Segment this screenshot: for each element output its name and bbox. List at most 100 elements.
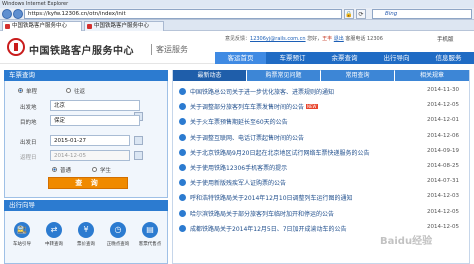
student-radio[interactable] xyxy=(92,167,97,172)
calendar-icon[interactable] xyxy=(134,136,143,145)
news-title[interactable]: 关于调整互联网、电话订票起售时间的公告 xyxy=(190,133,304,142)
one-way-radio[interactable] xyxy=(18,88,23,93)
nav-remaining-tickets[interactable]: 余票查询 xyxy=(319,52,370,64)
news-item[interactable]: 关于使用铁路12306手机客票的提示 2014-08-25 xyxy=(175,161,467,176)
bullet-icon xyxy=(179,148,186,156)
news-date: 2014-09-19 xyxy=(427,147,459,154)
search-input[interactable]: Bing xyxy=(372,9,472,19)
news-date: 2014-12-06 xyxy=(427,132,459,139)
news-title[interactable]: 成都铁路局关于2014年12月5日、7日加开成渝动车的公告 xyxy=(190,224,347,233)
bullet-icon xyxy=(179,224,186,232)
favicon-icon xyxy=(87,24,92,29)
news-date: 2014-12-01 xyxy=(427,117,459,124)
round-trip-radio[interactable] xyxy=(66,88,71,93)
to-station-input[interactable]: 保定 xyxy=(50,115,140,126)
address-bar[interactable]: https://kyfw.12306.cn/otn/index/init xyxy=(24,9,342,19)
station-icon: 🚉 xyxy=(14,222,30,238)
nav-info-service[interactable]: 信息服务 xyxy=(423,52,474,64)
news-title[interactable]: 关于使用铁路12306手机客票的提示 xyxy=(190,163,287,172)
guide-fare-query[interactable]: ¥ 票价查询 xyxy=(72,222,100,252)
guide-transfer-query[interactable]: ⇄ 中转查询 xyxy=(40,222,68,252)
news-date: 2014-12-05 xyxy=(427,208,459,215)
news-date: 2014-12-03 xyxy=(427,193,459,200)
departure-date-input[interactable]: 2015-01-27 xyxy=(50,135,130,146)
nav-book-tickets[interactable]: 车票预订 xyxy=(267,52,318,64)
railway-logo-icon xyxy=(7,38,25,56)
bullet-icon xyxy=(179,118,186,126)
news-title[interactable]: 关于北京铁路局9月20日起在北京地区试行网络车票快递服务的公告 xyxy=(190,148,369,157)
news-item[interactable]: 关于调整部分旅客列车车票发售时间的公告 NEW 2014-12-05 xyxy=(175,100,467,115)
return-label: 返程日 xyxy=(20,155,37,161)
address-row: https://kyfw.12306.cn/otn/index/init 🔒 ⟳… xyxy=(0,8,474,20)
tab-strip: 中国铁路客户服务中心 中国铁路客户服务中心 xyxy=(0,20,474,31)
forward-button[interactable] xyxy=(13,9,23,19)
bullet-icon xyxy=(179,179,186,187)
mobile-version-link[interactable]: 手机版 xyxy=(437,35,454,43)
nav-travel-guide[interactable]: 出行导向 xyxy=(371,52,422,64)
tab-latest-news[interactable]: 最新动态 xyxy=(173,70,246,81)
from-label: 出发地 xyxy=(20,105,37,111)
to-label: 目的地 xyxy=(20,120,37,126)
news-date: 2014-11-30 xyxy=(427,87,459,93)
user-name[interactable]: 王丰 xyxy=(322,36,332,42)
window-title: Windows Internet Explorer xyxy=(0,0,474,8)
tab-regulations[interactable]: 相关规章 xyxy=(395,70,469,81)
news-item[interactable]: 关于北京铁路局9月20日起在北京地区试行网络车票快递服务的公告 2014-09-1… xyxy=(175,146,467,161)
guide-delay-query[interactable]: ◷ 正晚点查询 xyxy=(104,222,132,252)
browser-tab-2[interactable]: 中国铁路客户服务中心 xyxy=(84,21,164,31)
browser-tab-1[interactable]: 中国铁路客户服务中心 xyxy=(2,21,82,31)
bullet-icon xyxy=(179,209,186,217)
bullet-icon xyxy=(179,194,186,202)
new-badge-icon: NEW xyxy=(306,104,318,110)
fare-icon: ¥ xyxy=(78,222,94,238)
feedback-email-link[interactable]: 12306yj@rails.com.cn xyxy=(250,36,306,42)
bullet-icon xyxy=(179,164,186,171)
tab-faq[interactable]: 购票常见问题 xyxy=(247,70,320,81)
news-title[interactable]: 关于火车票预售期延长至60天的公告 xyxy=(190,117,288,126)
news-item[interactable]: 呼和浩特铁路局关于2014年12月10日调整列车运行图的通知 2014-12-03 xyxy=(175,191,467,206)
bullet-icon xyxy=(179,133,186,141)
lock-icon[interactable]: 🔒 xyxy=(344,9,354,19)
ticket-icon: ▤ xyxy=(142,222,158,238)
news-item[interactable]: 哈尔滨铁路局关于部分旅客列车临时加开和停运的公告 2014-12-05 xyxy=(175,207,467,222)
from-station-input[interactable]: 北京 xyxy=(50,100,140,111)
bullet-icon xyxy=(179,103,186,111)
main-nav: 客运首页 车票预订 余票查询 出行导向 信息服务 xyxy=(215,52,474,64)
guide-ticket-agency[interactable]: ▤ 客票代售点 xyxy=(136,222,164,252)
query-button[interactable]: 查 询 xyxy=(48,177,128,189)
hotline: 客服电话 12306 xyxy=(345,36,383,42)
news-item[interactable]: 中国铁路总公司关于进一步优化旅客、进票规则的通知 2014-11-30 xyxy=(175,85,467,100)
clock-icon: ◷ xyxy=(110,222,126,238)
date-label: 出发日 xyxy=(20,140,37,146)
news-item[interactable]: 关于使用新版残疾军人证购票的公告 2014-07-31 xyxy=(175,176,467,191)
news-date: 2014-12-05 xyxy=(427,223,459,230)
site-title: 中国铁路客户服务中心 xyxy=(29,46,134,57)
watermark: Baidu经验 xyxy=(380,236,433,247)
news-title[interactable]: 关于调整部分旅客列车车票发售时间的公告 NEW xyxy=(190,102,318,111)
user-info: 意见反馈：12306yj@rails.com.cn 您好，王丰 退出 客服电话 … xyxy=(225,36,383,42)
site-subtitle: 客运服务 xyxy=(151,44,188,55)
travel-guide-heading: 出行向导 xyxy=(4,200,168,211)
news-date: 2014-07-31 xyxy=(427,178,459,185)
news-item[interactable]: 关于调整互联网、电话订票起售时间的公告 2014-12-06 xyxy=(175,131,467,146)
refresh-icon[interactable]: ⟳ xyxy=(356,9,366,19)
adult-radio[interactable] xyxy=(52,167,57,172)
guide-station-guide[interactable]: 🚉 车站引导 xyxy=(8,222,36,252)
news-date: 2014-08-25 xyxy=(427,163,459,169)
calendar-icon[interactable] xyxy=(134,151,143,160)
back-button[interactable] xyxy=(2,9,12,19)
news-item[interactable]: 关于火车票预售期延长至60天的公告 2014-12-01 xyxy=(175,115,467,130)
transfer-icon: ⇄ xyxy=(46,222,62,238)
ticket-query-heading: 车票查询 xyxy=(4,70,168,81)
favicon-icon xyxy=(5,24,10,29)
news-title[interactable]: 呼和浩特铁路局关于2014年12月10日调整列车运行图的通知 xyxy=(190,193,353,202)
news-title[interactable]: 哈尔滨铁路局关于部分旅客列车临时加开和停运的公告 xyxy=(190,209,334,218)
logout-link[interactable]: 退出 xyxy=(334,36,344,42)
tab-common-queries[interactable]: 常用查询 xyxy=(321,70,394,81)
news-title[interactable]: 中国铁路总公司关于进一步优化旅客、进票规则的通知 xyxy=(190,87,334,96)
news-title[interactable]: 关于使用新版残疾军人证购票的公告 xyxy=(190,178,286,187)
news-date: 2014-12-05 xyxy=(427,102,459,109)
return-date-input[interactable]: 2014-12-05 xyxy=(50,150,130,161)
nav-home[interactable]: 客运首页 xyxy=(215,52,266,64)
bullet-icon xyxy=(179,88,186,95)
